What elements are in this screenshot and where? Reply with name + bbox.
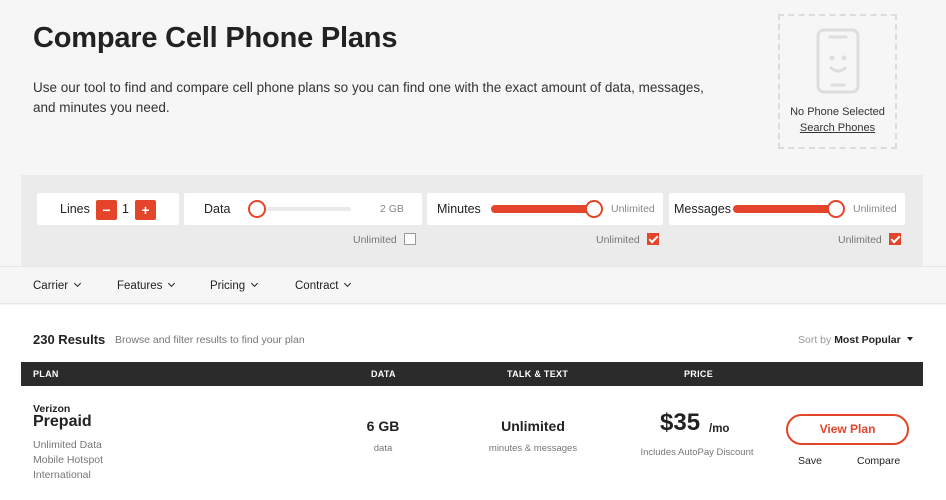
features-menu-label: Features	[117, 280, 163, 292]
lines-filter: Lines − 1 +	[37, 193, 179, 225]
col-price: PRICE	[684, 369, 714, 379]
data-unlimited-label: Unlimited	[353, 234, 397, 246]
phone-icon	[816, 28, 860, 94]
messages-slider-track[interactable]	[733, 205, 841, 213]
minutes-label: Minutes	[437, 202, 481, 216]
chevron-down-icon	[74, 279, 82, 288]
results-section: 230 Results Browse and filter results to…	[0, 305, 946, 500]
compare-button[interactable]: Compare	[857, 455, 900, 467]
messages-filter: Messages Unlimited	[669, 193, 905, 225]
search-phones-link[interactable]: Search Phones	[780, 122, 895, 134]
chevron-down-icon	[251, 279, 259, 288]
lines-value: 1	[122, 202, 129, 216]
lines-label: Lines	[60, 202, 90, 216]
sort-value: Most Popular	[834, 334, 901, 346]
features-menu[interactable]: Features	[117, 279, 176, 292]
col-talk-text: TALK & TEXT	[507, 369, 569, 379]
plan-price: $35	[660, 409, 701, 436]
pricing-menu[interactable]: Pricing	[210, 279, 259, 292]
intro-text: Use our tool to find and compare cell ph…	[33, 80, 704, 115]
contract-menu-label: Contract	[295, 280, 339, 292]
plan-data-sub: data	[373, 443, 393, 454]
plan-feature: International	[33, 469, 91, 481]
messages-value: Unlimited	[853, 203, 897, 215]
carrier-menu[interactable]: Carrier	[33, 279, 82, 292]
lines-increment-button[interactable]: +	[135, 200, 156, 220]
minutes-unlimited-checkbox[interactable]	[647, 233, 659, 245]
data-slider-handle[interactable]	[248, 200, 266, 218]
plan-name: Prepaid	[33, 413, 92, 430]
sort-prefix: Sort by	[798, 334, 832, 346]
data-value: 2 GB	[380, 203, 404, 215]
messages-unlimited-checkbox[interactable]	[889, 233, 901, 245]
data-label: Data	[204, 202, 231, 216]
caret-down-icon	[906, 337, 913, 341]
table-header: PLAN DATA TALK & TEXT PRICE	[21, 362, 923, 386]
page-title: Compare Cell Phone Plans	[33, 22, 398, 54]
messages-label: Messages	[674, 202, 731, 216]
minutes-slider-track[interactable]	[491, 205, 599, 213]
minutes-filter: Minutes Unlimited	[427, 193, 663, 225]
chevron-down-icon	[344, 279, 352, 288]
minutes-slider-handle[interactable]	[585, 200, 603, 218]
view-plan-button[interactable]: View Plan	[786, 414, 909, 445]
data-filter: Data 2 GB	[184, 193, 422, 225]
messages-unlimited-label: Unlimited	[838, 234, 882, 246]
phone-picker[interactable]: No Phone Selected Search Phones	[778, 14, 897, 149]
plan-data-value: 6 GB	[366, 418, 400, 434]
minutes-value: Unlimited	[611, 203, 655, 215]
data-slider-track[interactable]	[254, 207, 351, 211]
plan-feature: Mobile Hotspot	[33, 454, 104, 466]
phone-status: No Phone Selected	[790, 106, 885, 118]
data-unlimited-checkbox[interactable]	[404, 233, 416, 245]
results-count: 230 Results	[33, 332, 106, 347]
minutes-unlimited-label: Unlimited	[596, 234, 640, 246]
contract-menu[interactable]: Contract	[295, 279, 352, 292]
sort-dropdown[interactable]: Sort by Most Popular	[798, 334, 913, 346]
plan-feature: Unlimited Data	[33, 439, 102, 451]
plan-price-note: Includes AutoPay Discount	[640, 447, 754, 458]
messages-slider-handle[interactable]	[827, 200, 845, 218]
hero-section: Compare Cell Phone Plans Use our tool to…	[0, 0, 946, 175]
save-button[interactable]: Save	[798, 455, 822, 467]
col-data: DATA	[371, 369, 396, 379]
plan-price-period: /mo	[709, 423, 730, 435]
chevron-down-icon	[168, 279, 176, 288]
filter-menu-bar: Carrier Features Pricing Contract	[0, 266, 946, 304]
plan-talk-sub: minutes & messages	[488, 443, 578, 454]
results-hint: Browse and filter results to find your p…	[115, 334, 305, 346]
plan-talk-value: Unlimited	[501, 418, 565, 434]
pricing-menu-label: Pricing	[210, 280, 246, 292]
col-plan: PLAN	[33, 369, 59, 379]
carrier-menu-label: Carrier	[33, 280, 69, 292]
lines-decrement-button[interactable]: −	[96, 200, 117, 220]
